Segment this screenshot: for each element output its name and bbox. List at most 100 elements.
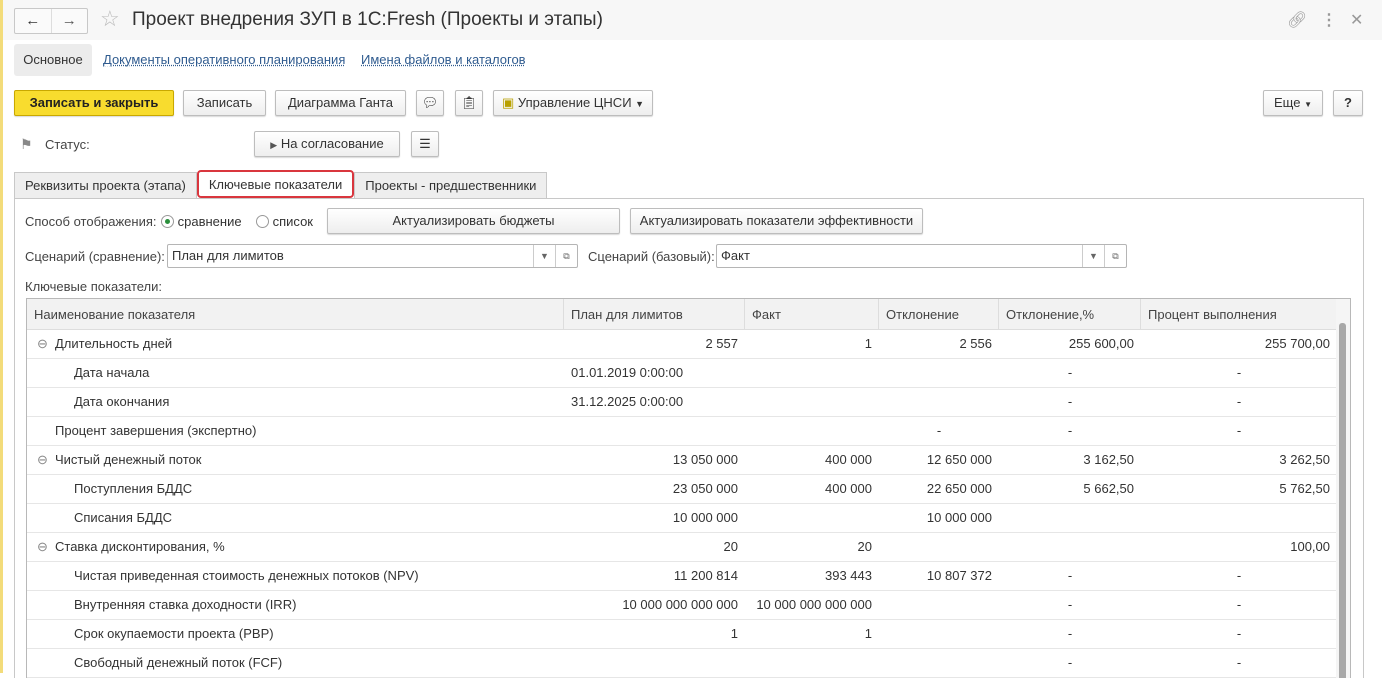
indicator-name: Процент завершения (экспертно) — [55, 423, 257, 438]
column-header[interactable]: Отклонение,% — [999, 299, 1141, 330]
gantt-button[interactable]: Диаграмма Ганта — [275, 90, 406, 116]
cell-devp: - — [1067, 394, 1073, 409]
favorite-star-icon[interactable]: ☆ — [100, 6, 120, 32]
dropdown-icon[interactable]: ▼ — [533, 245, 555, 267]
radio-compare-label: сравнение — [177, 214, 242, 229]
cell-devp: 255 600,00 — [1068, 336, 1134, 351]
chevron-down-icon: ▼ — [635, 99, 645, 109]
discussion-icon[interactable]: 💬︎ — [416, 90, 444, 116]
column-header[interactable]: Наименование показателя — [27, 299, 564, 330]
section-files-link[interactable]: Имена файлов и каталогов — [361, 44, 526, 76]
back-arrow-icon[interactable]: ← — [15, 9, 52, 33]
copy-documents-icon[interactable]: 📋︎ — [455, 90, 483, 116]
cell-fact: 20 — [857, 539, 872, 554]
save-button[interactable]: Записать — [183, 90, 266, 116]
cell-pct: - — [1236, 394, 1242, 409]
radio-unselected[interactable] — [256, 215, 269, 228]
table-row[interactable]: Внутренняя ставка доходности (IRR) 10 000… — [27, 591, 1337, 620]
forward-arrow-icon[interactable]: → — [52, 9, 88, 33]
table-row[interactable]: Поступления БДДС 23 050 000 400 000 22 650 … — [27, 475, 1337, 504]
table-row[interactable]: Дата окончания 31.12.2025 0:00:00 - - — [27, 388, 1337, 417]
cell-dev: - — [936, 423, 942, 438]
cell-dev: 10 000 000 — [926, 510, 992, 525]
cnsi-label: Управление ЦНСИ — [517, 95, 632, 110]
open-icon[interactable]: ⧉ — [555, 245, 577, 267]
cell-pct: 255 700,00 — [1264, 336, 1330, 351]
update-budgets-button[interactable]: Актуализировать бюджеты — [327, 208, 620, 234]
scrollbar-thumb[interactable] — [1339, 323, 1346, 678]
more-vertical-icon[interactable]: ⋮ — [1321, 10, 1337, 30]
cell-pct — [1141, 504, 1337, 533]
cell-plan — [564, 417, 745, 446]
cell-plan: 20 — [723, 539, 738, 554]
scenario-base-value[interactable]: Факт — [717, 245, 1082, 267]
radio-selected[interactable] — [161, 215, 174, 228]
table-row[interactable]: Чистая приведенная стоимость денежных по… — [27, 562, 1337, 591]
section-main[interactable]: Основное — [14, 44, 92, 76]
scenario-compare-field[interactable]: План для лимитов ▼ ⧉ — [167, 244, 578, 268]
cell-devp — [999, 533, 1141, 562]
indicator-name: Свободный денежный поток (FCF) — [74, 655, 283, 670]
cell-fact: 400 000 — [825, 452, 872, 467]
dropdown-icon[interactable]: ▼ — [1082, 245, 1104, 267]
cell-dev: 12 650 000 — [926, 452, 992, 467]
column-header[interactable]: Процент выполнения — [1141, 299, 1337, 330]
column-header[interactable]: Факт — [745, 299, 879, 330]
scenario-compare-label: Сценарий (сравнение): — [25, 249, 165, 264]
scenario-compare-value[interactable]: План для лимитов — [168, 245, 533, 267]
cell-fact — [745, 417, 879, 446]
table-header: Наименование показателя План для лимитов Ф… — [27, 299, 1337, 330]
page-title: Проект внедрения ЗУП в 1С:Fresh (Проекты… — [132, 9, 603, 30]
cell-plan — [564, 649, 745, 678]
table-row[interactable]: ⊖ Ставка дисконтирования, % 20 20 100,00 — [27, 533, 1337, 562]
table-row[interactable]: ⊖ Длительность дней 2 557 1 2 556 255 600,00 2… — [27, 330, 1337, 359]
more-button[interactable]: Еще ▼ — [1263, 90, 1323, 116]
cell-dev — [879, 649, 999, 678]
more-label: Еще — [1274, 95, 1301, 110]
table-row[interactable]: Дата начала 01.01.2019 0:00:00 - - — [27, 359, 1337, 388]
radio-compare[interactable]: сравнение — [161, 214, 242, 229]
table-row[interactable]: ⊖ Чистый денежный поток 13 050 000 400 000 1… — [27, 446, 1337, 475]
column-header[interactable]: Отклонение — [879, 299, 999, 330]
vertical-scrollbar[interactable] — [1336, 299, 1350, 678]
cell-pct: 3 262,50 — [1279, 452, 1330, 467]
tab-requisites[interactable]: Реквизиты проекта (этапа) — [14, 172, 197, 199]
cell-fact: 393 443 — [825, 568, 872, 583]
table-row[interactable]: Процент завершения (экспертно) - - - — [27, 417, 1337, 446]
indicator-name: Чистая приведенная стоимость денежных по… — [74, 568, 419, 583]
radio-list-label: список — [272, 214, 313, 229]
collapse-icon[interactable]: ⊖ — [37, 330, 48, 359]
status-label: Статус: — [45, 137, 90, 152]
column-header[interactable]: План для лимитов — [564, 299, 745, 330]
close-icon[interactable]: ✕ — [1350, 10, 1363, 30]
status-approval-button[interactable]: ▶ На согласование — [254, 131, 400, 157]
section-docs-link[interactable]: Документы оперативного планирования — [103, 44, 345, 76]
update-kpi-button[interactable]: Актуализировать показатели эффективности — [630, 208, 923, 234]
link-icon[interactable]: 🔗︎ — [1287, 10, 1307, 30]
collapse-icon[interactable]: ⊖ — [37, 446, 48, 475]
table-row[interactable]: Списания БДДС 10 000 000 10 000 000 — [27, 504, 1337, 533]
indicator-name: Ставка дисконтирования, % — [55, 539, 225, 554]
cell-plan: 1 — [730, 626, 738, 641]
cell-dev — [879, 388, 999, 417]
grid-title: Ключевые показатели: — [25, 279, 163, 294]
cell-devp: - — [1067, 626, 1073, 641]
help-button[interactable]: ? — [1333, 90, 1363, 116]
indicator-name: Длительность дней — [55, 336, 173, 351]
open-icon[interactable]: ⧉ — [1104, 245, 1126, 267]
cell-pct: 100,00 — [1290, 539, 1330, 554]
table-row[interactable]: Срок окупаемости проекта (PBP) 1 1 - - — [27, 620, 1337, 649]
collapse-icon[interactable]: ⊖ — [37, 533, 48, 562]
table-row[interactable]: Свободный денежный поток (FCF) - - — [27, 649, 1337, 678]
cell-fact — [745, 388, 879, 417]
tab-key-indicators[interactable]: Ключевые показатели — [196, 170, 355, 198]
tab-predecessors[interactable]: Проекты - предшественники — [354, 172, 548, 199]
save-and-close-button[interactable]: Записать и закрыть — [14, 90, 174, 116]
cell-pct: 5 762,50 — [1279, 481, 1330, 496]
radio-list[interactable]: список — [256, 214, 313, 229]
cell-dev — [879, 533, 999, 562]
scenario-base-field[interactable]: Факт ▼ ⧉ — [716, 244, 1127, 268]
window-edge — [0, 0, 3, 673]
cnsi-menu-button[interactable]: ▣ Управление ЦНСИ ▼ — [493, 90, 653, 116]
list-icon[interactable]: ☰ — [411, 131, 439, 157]
